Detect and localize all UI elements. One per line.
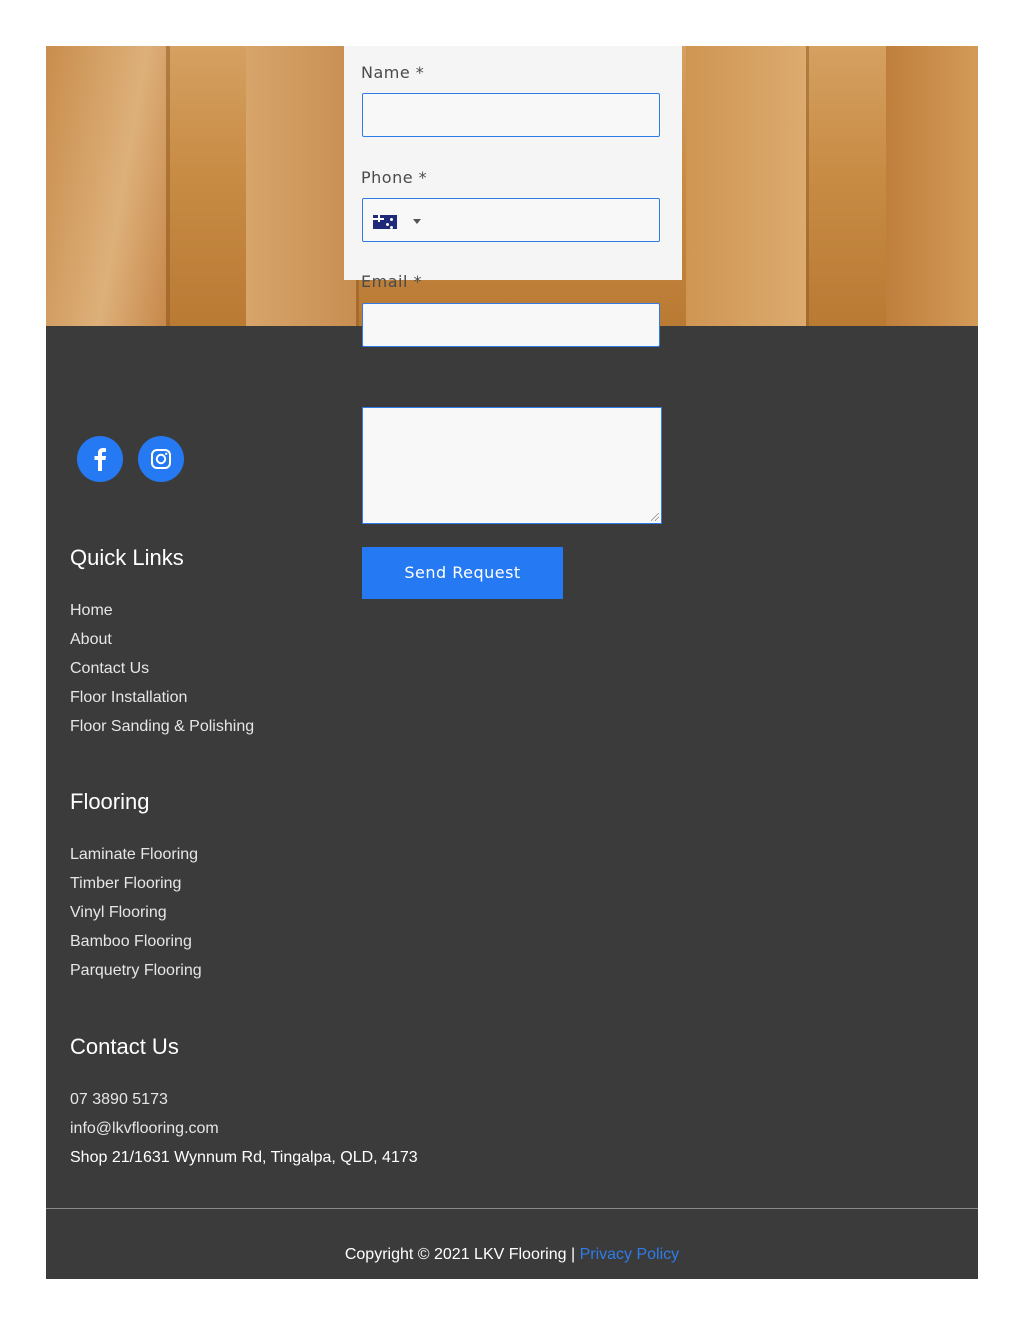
chevron-down-icon[interactable] <box>413 219 421 224</box>
australia-flag-icon[interactable] <box>373 215 397 229</box>
name-input[interactable] <box>362 93 660 137</box>
instagram-button[interactable] <box>138 436 184 482</box>
quick-link-about[interactable]: About <box>70 631 112 649</box>
flooring-link-bamboo[interactable]: Bamboo Flooring <box>70 933 192 951</box>
quick-link-home[interactable]: Home <box>70 602 113 620</box>
contact-address: Shop 21/1631 Wynnum Rd, Tingalpa, QLD, 4… <box>70 1149 418 1166</box>
email-label: Email * <box>361 272 422 291</box>
contact-phone[interactable]: 07 3890 5173 <box>70 1091 168 1109</box>
flooring-link-timber[interactable]: Timber Flooring <box>70 875 181 893</box>
contact-email[interactable]: info@lkvflooring.com <box>70 1120 219 1138</box>
facebook-icon <box>94 448 106 471</box>
flooring-link-vinyl[interactable]: Vinyl Flooring <box>70 904 167 922</box>
quick-link-contact-us[interactable]: Contact Us <box>70 660 149 678</box>
flooring-link-parquetry[interactable]: Parquetry Flooring <box>70 962 202 980</box>
footer-divider <box>46 1208 978 1209</box>
phone-label: Phone * <box>361 168 428 187</box>
contact-us-heading: Contact Us <box>70 1034 179 1059</box>
resize-handle-icon[interactable] <box>651 513 659 521</box>
email-input[interactable] <box>362 303 660 347</box>
copyright-text: Copyright © 2021 LKV Flooring | Privacy … <box>0 1246 1024 1264</box>
quick-link-floor-sanding[interactable]: Floor Sanding & Polishing <box>70 718 254 736</box>
copyright-label: Copyright © 2021 LKV Flooring | <box>344 1246 580 1263</box>
quick-links-heading: Quick Links <box>70 545 184 570</box>
name-label: Name * <box>361 63 425 82</box>
flooring-link-laminate[interactable]: Laminate Flooring <box>70 846 198 864</box>
message-textarea[interactable] <box>362 407 662 524</box>
instagram-icon <box>151 449 171 469</box>
flooring-heading: Flooring <box>70 789 150 814</box>
quick-link-floor-installation[interactable]: Floor Installation <box>70 689 187 707</box>
phone-input[interactable] <box>362 198 660 242</box>
facebook-button[interactable] <box>77 436 123 482</box>
send-request-button[interactable]: Send Request <box>362 547 563 599</box>
privacy-policy-link[interactable]: Privacy Policy <box>580 1246 680 1263</box>
